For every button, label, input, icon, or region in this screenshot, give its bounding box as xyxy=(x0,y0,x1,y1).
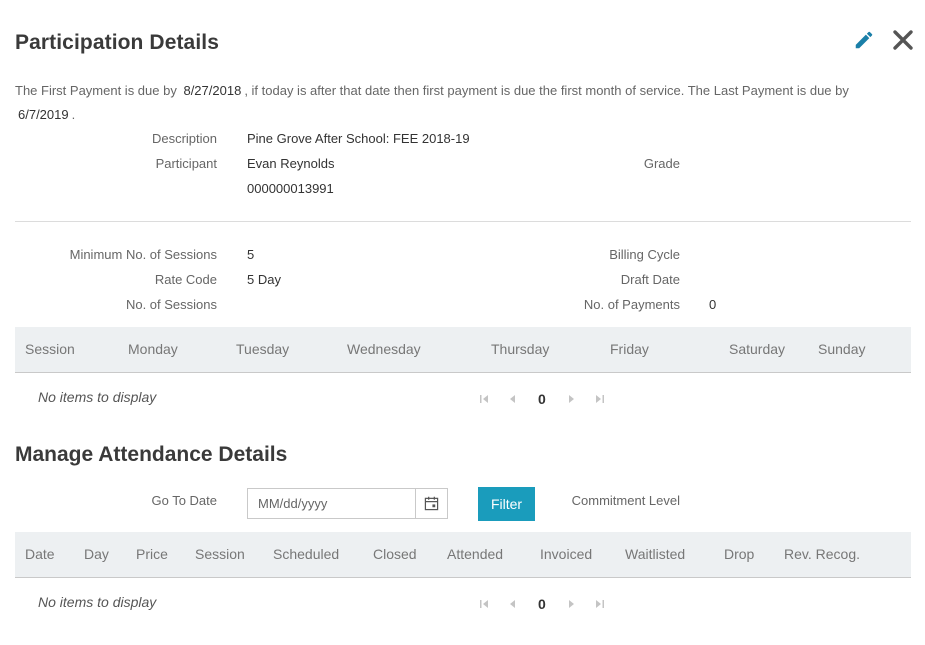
column-header-date[interactable]: Date xyxy=(25,532,55,576)
column-header-friday[interactable]: Friday xyxy=(610,327,649,371)
date-input[interactable] xyxy=(247,488,415,519)
column-header-session[interactable]: Session xyxy=(25,327,75,371)
commitment-level-label: Commitment Level xyxy=(571,493,680,508)
num-payments-value: 0 xyxy=(709,297,717,312)
first-page-icon[interactable] xyxy=(478,389,490,409)
filter-button[interactable]: Filter xyxy=(478,487,535,521)
column-header-wednesday[interactable]: Wednesday xyxy=(347,327,421,371)
column-header-scheduled[interactable]: Scheduled xyxy=(273,532,339,576)
attendance-grid-header: Date Day Price Session Scheduled Closed … xyxy=(15,532,911,578)
payment-due-note: The First Payment is due by 8/27/2018, i… xyxy=(15,79,895,127)
first-payment-date: 8/27/2018 xyxy=(183,83,242,98)
calendar-icon xyxy=(424,496,439,511)
billing-cycle-label: Billing Cycle xyxy=(609,247,680,262)
calendar-button[interactable] xyxy=(415,488,448,519)
current-page: 0 xyxy=(538,391,546,407)
sessions-grid-header: Session Monday Tuesday Wednesday Thursda… xyxy=(15,327,911,373)
attendance-empty-message: No items to display xyxy=(38,594,157,610)
min-sessions-value: 5 xyxy=(247,247,255,262)
prev-page-icon[interactable] xyxy=(506,389,518,409)
column-header-thursday[interactable]: Thursday xyxy=(491,327,549,371)
last-page-icon[interactable] xyxy=(594,594,606,614)
sessions-empty-message: No items to display xyxy=(38,389,157,405)
pencil-icon[interactable] xyxy=(853,29,875,51)
description-label: Description xyxy=(151,131,217,146)
first-page-icon[interactable] xyxy=(478,594,490,614)
rate-code-label: Rate Code xyxy=(154,272,217,287)
column-header-session[interactable]: Session xyxy=(195,532,245,576)
note-suffix: . xyxy=(71,107,76,122)
draft-date-label: Draft Date xyxy=(620,272,680,287)
page-title: Participation Details xyxy=(15,31,219,54)
participant-name: Evan Reynolds xyxy=(247,156,335,171)
min-sessions-label: Minimum No. of Sessions xyxy=(69,247,217,262)
num-sessions-label: No. of Sessions xyxy=(125,297,217,312)
column-header-monday[interactable]: Monday xyxy=(128,327,178,371)
current-page: 0 xyxy=(538,596,546,612)
attendance-pager: 0 xyxy=(478,594,608,614)
go-to-date-label: Go To Date xyxy=(151,493,217,508)
column-header-closed[interactable]: Closed xyxy=(373,532,417,576)
column-header-saturday[interactable]: Saturday xyxy=(729,327,785,371)
column-header-invoiced[interactable]: Invoiced xyxy=(540,532,592,576)
attendance-section-title: Manage Attendance Details xyxy=(15,443,288,466)
column-header-tuesday[interactable]: Tuesday xyxy=(236,327,289,371)
note-middle: , if today is after that date then first… xyxy=(244,83,849,98)
num-payments-label: No. of Payments xyxy=(583,297,680,312)
prev-page-icon[interactable] xyxy=(506,594,518,614)
next-page-icon[interactable] xyxy=(566,594,578,614)
rate-code-value: 5 Day xyxy=(247,272,281,287)
divider xyxy=(15,221,911,222)
note-prefix: The First Payment is due by xyxy=(15,83,177,98)
sessions-pager: 0 xyxy=(478,389,608,409)
column-header-day[interactable]: Day xyxy=(84,532,109,576)
last-payment-date: 6/7/2019 xyxy=(18,107,69,122)
column-header-rev-recog[interactable]: Rev. Recog. xyxy=(784,532,860,576)
column-header-sunday[interactable]: Sunday xyxy=(818,327,865,371)
grade-label: Grade xyxy=(643,156,680,171)
description-value: Pine Grove After School: FEE 2018-19 xyxy=(247,131,470,146)
column-header-attended[interactable]: Attended xyxy=(447,532,503,576)
close-icon[interactable] xyxy=(891,28,915,52)
participant-id: 000000013991 xyxy=(247,181,334,196)
participant-label: Participant xyxy=(155,156,217,171)
column-header-price[interactable]: Price xyxy=(136,532,168,576)
next-page-icon[interactable] xyxy=(566,389,578,409)
column-header-drop[interactable]: Drop xyxy=(724,532,754,576)
column-header-waitlisted[interactable]: Waitlisted xyxy=(625,532,685,576)
last-page-icon[interactable] xyxy=(594,389,606,409)
